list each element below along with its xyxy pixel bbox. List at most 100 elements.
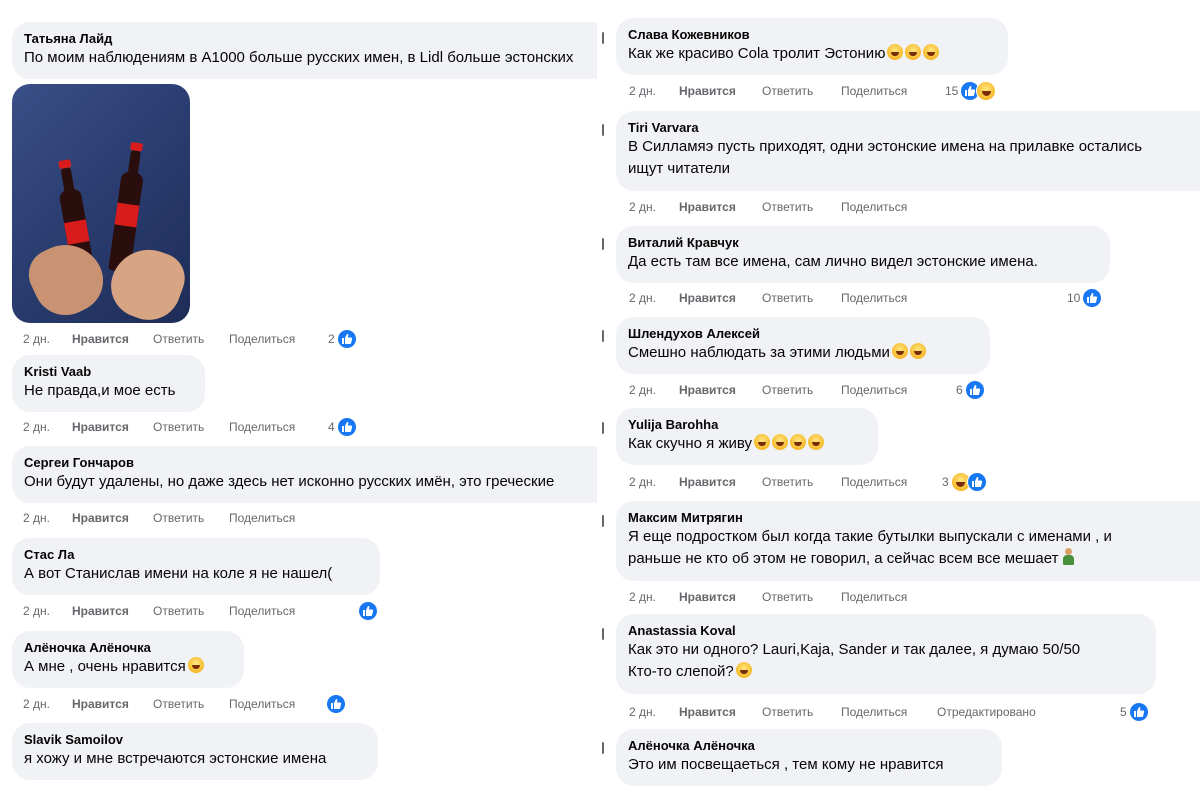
reply-link[interactable]: Ответить <box>153 601 204 621</box>
comment-bubble: Yulija Barohha Как скучно я живу <box>616 408 878 465</box>
thread-line <box>602 422 604 434</box>
like-link[interactable]: Нравится <box>679 587 736 607</box>
comment-time[interactable]: 2 дн. <box>23 329 50 349</box>
share-link[interactable]: Поделиться <box>841 288 907 308</box>
reply-link[interactable]: Ответить <box>153 417 204 437</box>
reply-link[interactable]: Ответить <box>153 694 204 714</box>
like-link[interactable]: Нравится <box>72 329 129 349</box>
comment-text-line2: Кто-то слепой? <box>628 661 1144 683</box>
comment-author[interactable]: Сергеи Гончаров <box>24 454 597 471</box>
reaction-number: 6 <box>956 383 963 397</box>
comment-text: Это им посвещаеться , тем кому не нравит… <box>628 756 944 773</box>
comment-author[interactable]: Anastassia Koval <box>628 622 1144 639</box>
comment-author[interactable]: Slavik Samoilov <box>24 731 366 748</box>
like-link[interactable]: Нравится <box>72 417 129 437</box>
like-link[interactable]: Нравится <box>679 472 736 492</box>
comment-time[interactable]: 2 дн. <box>629 587 656 607</box>
reply-link[interactable]: Ответить <box>153 329 204 349</box>
like-link[interactable]: Нравится <box>679 702 736 722</box>
comment-actions: 2 дн. Нравится Ответить Поделиться <box>23 508 383 528</box>
comment-author[interactable]: Алёночка Алёночка <box>628 737 990 754</box>
reply-link[interactable]: Ответить <box>762 81 813 101</box>
comment-author[interactable]: Татьяна Лайд <box>24 30 597 47</box>
reply-link[interactable]: Ответить <box>762 472 813 492</box>
comment-bubble: Шлендухов Алексей Смешно наблюдать за эт… <box>616 317 990 374</box>
comment-text: Как это ни одного? Lauri,Kaja, Sander и … <box>628 641 1081 658</box>
reaction-count[interactable]: 3 <box>942 472 987 492</box>
comment-text-content: Как скучно я живу <box>628 435 752 452</box>
comment-time[interactable]: 2 дн. <box>23 601 50 621</box>
like-link[interactable]: Нравится <box>72 694 129 714</box>
comment-time[interactable]: 2 дн. <box>23 417 50 437</box>
reaction-count[interactable] <box>326 694 346 714</box>
reply-link[interactable]: Ответить <box>762 380 813 400</box>
reply-link[interactable]: Ответить <box>762 197 813 217</box>
like-link[interactable]: Нравится <box>72 601 129 621</box>
comment-time[interactable]: 2 дн. <box>629 472 656 492</box>
share-link[interactable]: Поделиться <box>841 587 907 607</box>
comment-bubble: Алёночка Алёночка А мне , очень нравится <box>12 631 244 688</box>
smirk-emoji-icon <box>923 44 940 60</box>
comment-author[interactable]: Yulija Barohha <box>628 416 866 433</box>
rofl-emoji-icon <box>754 434 770 450</box>
comment-author[interactable]: Максим Митрягин <box>628 509 1200 526</box>
comment-text: Я еще подростком был когда такие бутылки… <box>628 528 1112 545</box>
comment-bubble: Татьяна Лайд По моим наблюдениям в А1000… <box>12 22 597 79</box>
comment-time[interactable]: 2 дн. <box>629 380 656 400</box>
comment-time[interactable]: 2 дн. <box>629 197 656 217</box>
rofl-emoji-icon <box>909 343 926 359</box>
comment-photo-coca-cola-bottles[interactable] <box>12 84 190 323</box>
like-link[interactable]: Нравится <box>679 380 736 400</box>
smirk-emoji-icon <box>905 44 922 60</box>
comment-author[interactable]: Стас Ла <box>24 546 368 563</box>
thread-line <box>602 628 604 640</box>
share-link[interactable]: Поделиться <box>229 601 295 621</box>
comment-author[interactable]: Kristi Vaab <box>24 363 193 380</box>
reaction-count[interactable]: 5 <box>1120 702 1149 722</box>
share-link[interactable]: Поделиться <box>841 81 907 101</box>
comment-time[interactable]: 2 дн. <box>23 508 50 528</box>
comment-time[interactable]: 2 дн. <box>629 288 656 308</box>
reaction-count[interactable] <box>358 601 378 621</box>
rofl-emoji-icon <box>772 434 788 450</box>
reply-link[interactable]: Ответить <box>762 288 813 308</box>
comment-text: я хожу и мне встречаются эстонские имена <box>24 750 327 767</box>
like-link[interactable]: Нравится <box>679 81 736 101</box>
share-link[interactable]: Поделиться <box>229 417 295 437</box>
reaction-count[interactable]: 2 <box>328 329 357 349</box>
like-icon <box>336 417 357 437</box>
comment-text: В Силламяэ пусть приходят, одни эстонски… <box>628 138 1143 155</box>
share-link[interactable]: Поделиться <box>841 702 907 722</box>
like-icon <box>336 329 357 349</box>
comment-author[interactable]: Алёночка Алёночка <box>24 639 232 656</box>
comment-time[interactable]: 2 дн. <box>629 81 656 101</box>
reply-link[interactable]: Ответить <box>762 702 813 722</box>
comment-time[interactable]: 2 дн. <box>23 694 50 714</box>
comment-author[interactable]: Виталий Кравчук <box>628 234 1098 251</box>
like-link[interactable]: Нравится <box>679 288 736 308</box>
share-link[interactable]: Поделиться <box>841 380 907 400</box>
share-link[interactable]: Поделиться <box>841 197 907 217</box>
comments-column-right: Слава Кожевников Как же красиво Cola тро… <box>597 0 1200 800</box>
like-link[interactable]: Нравится <box>679 197 736 217</box>
comment-text-line2: раньше не кто об этом не говорил, а сейч… <box>628 548 1200 570</box>
like-link[interactable]: Нравится <box>72 508 129 528</box>
reply-link[interactable]: Ответить <box>153 508 204 528</box>
share-link[interactable]: Поделиться <box>229 329 295 349</box>
share-link[interactable]: Поделиться <box>229 694 295 714</box>
comment-time[interactable]: 2 дн. <box>629 702 656 722</box>
reaction-count[interactable]: 4 <box>328 417 357 437</box>
reaction-count[interactable]: 10 <box>1067 288 1103 308</box>
edited-label[interactable]: Отредактировано <box>937 702 1036 722</box>
share-link[interactable]: Поделиться <box>229 508 295 528</box>
reply-link[interactable]: Ответить <box>762 587 813 607</box>
comment-text: А мне , очень нравится <box>24 656 232 678</box>
reaction-count[interactable]: 6 <box>956 380 985 400</box>
comment-bubble: Slavik Samoilov я хожу и мне встречаются… <box>12 723 378 780</box>
comment-author[interactable]: Шлендухов Алексей <box>628 325 978 342</box>
reaction-count[interactable]: 15 <box>945 81 997 101</box>
share-link[interactable]: Поделиться <box>841 472 907 492</box>
comment-author[interactable]: Слава Кожевников <box>628 26 996 43</box>
comment-author[interactable]: Tiri Varvara <box>628 119 1200 136</box>
comment-text-content: Смешно наблюдать за этими людьми <box>628 344 890 361</box>
